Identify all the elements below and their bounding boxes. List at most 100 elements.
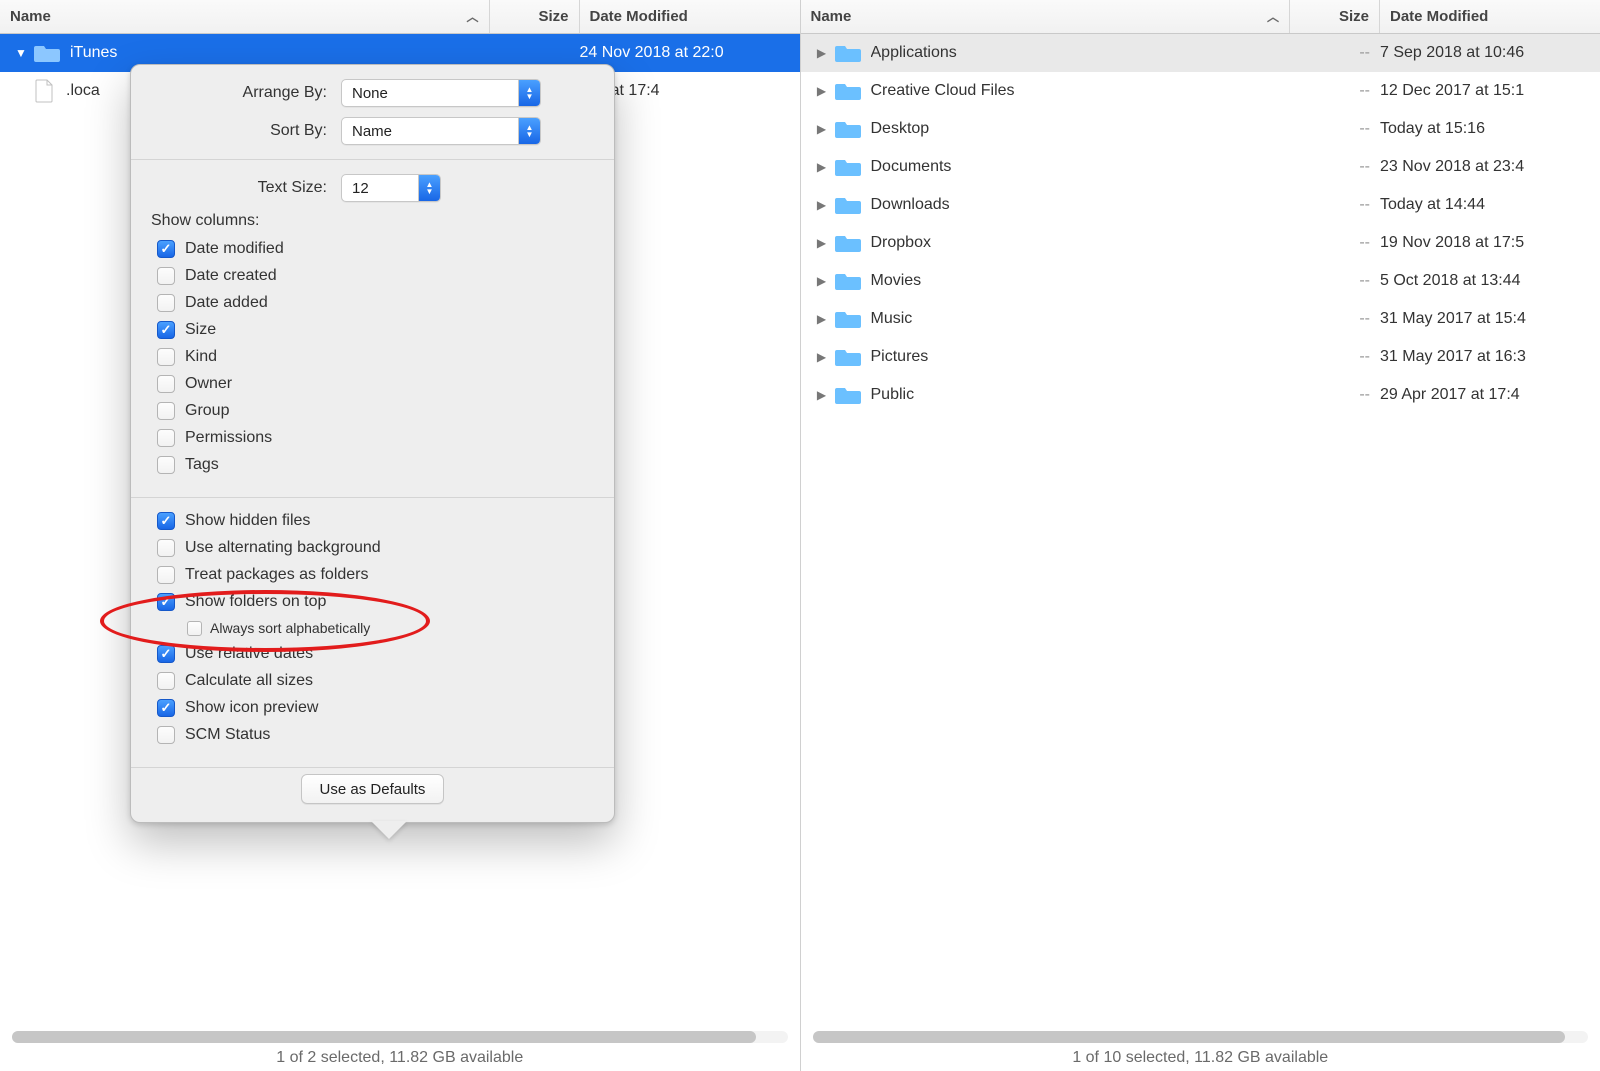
left-scroll-thumb[interactable] bbox=[12, 1031, 756, 1043]
checkbox[interactable] bbox=[157, 240, 175, 258]
disclosure-triangle-icon[interactable]: ▶ bbox=[815, 160, 829, 174]
col-header-size[interactable]: Size bbox=[490, 0, 580, 33]
arrange-by-label: Arrange By: bbox=[151, 84, 341, 102]
checkbox-row[interactable]: Show hidden files bbox=[151, 512, 594, 530]
checkbox[interactable] bbox=[157, 699, 175, 717]
disclosure-triangle-icon[interactable]: ▶ bbox=[815, 84, 829, 98]
checkbox-row[interactable]: Date modified bbox=[151, 240, 594, 258]
sort-caret-icon: ︿ bbox=[1267, 8, 1279, 25]
folder-icon bbox=[34, 43, 60, 63]
col-header-date[interactable]: Date Modified bbox=[1380, 0, 1600, 33]
list-item[interactable]: ▶ Public--29 Apr 2017 at 17:4 bbox=[801, 376, 1600, 414]
item-date: 24 Nov 2018 at 22:0 bbox=[580, 44, 800, 62]
col-header-name[interactable]: Name ︿ bbox=[801, 0, 1291, 33]
disclosure-triangle-icon[interactable]: ▶ bbox=[815, 122, 829, 136]
list-item[interactable]: ▶ Downloads--Today at 14:44 bbox=[801, 186, 1600, 224]
folder-icon bbox=[835, 43, 861, 63]
item-date: Today at 14:44 bbox=[1380, 196, 1600, 214]
checkbox[interactable] bbox=[157, 539, 175, 557]
col-header-name[interactable]: Name ︿ bbox=[0, 0, 490, 33]
checkbox-label: Calculate all sizes bbox=[185, 672, 313, 690]
disclosure-triangle-icon[interactable]: ▶ bbox=[815, 46, 829, 60]
checkbox[interactable] bbox=[157, 348, 175, 366]
col-header-date-label: Date Modified bbox=[590, 8, 688, 25]
checkbox[interactable] bbox=[157, 429, 175, 447]
checkbox-label: Date created bbox=[185, 267, 277, 285]
checkbox-label: Size bbox=[185, 321, 216, 339]
checkbox[interactable] bbox=[157, 375, 175, 393]
item-date: Today at 15:16 bbox=[1380, 120, 1600, 138]
checkbox[interactable] bbox=[157, 321, 175, 339]
checkbox[interactable] bbox=[157, 566, 175, 584]
folder-icon bbox=[835, 195, 861, 215]
right-scrollbar[interactable] bbox=[813, 1031, 1589, 1043]
disclosure-triangle-icon[interactable]: ▶ bbox=[815, 236, 829, 250]
checkbox[interactable] bbox=[187, 621, 202, 636]
list-item[interactable]: ▶ Dropbox--19 Nov 2018 at 17:5 bbox=[801, 224, 1600, 262]
checkbox-label: Show folders on top bbox=[185, 593, 326, 611]
checkbox-label: Group bbox=[185, 402, 229, 420]
checkbox[interactable] bbox=[157, 267, 175, 285]
disclosure-triangle-icon[interactable]: ▶ bbox=[815, 350, 829, 364]
checkbox-row[interactable]: Use relative dates bbox=[151, 645, 594, 663]
col-header-date[interactable]: Date Modified bbox=[580, 0, 800, 33]
left-scrollbar[interactable] bbox=[12, 1031, 788, 1043]
right-scroll-thumb[interactable] bbox=[813, 1031, 1565, 1043]
arrange-by-select[interactable]: None ▲▼ bbox=[341, 79, 541, 107]
checkbox[interactable] bbox=[157, 672, 175, 690]
item-date: 19 Nov 2018 at 17:5 bbox=[1380, 234, 1600, 252]
disclosure-triangle-icon[interactable]: ▶ bbox=[815, 198, 829, 212]
use-as-defaults-button[interactable]: Use as Defaults bbox=[301, 774, 445, 804]
disclosure-triangle-icon[interactable]: ▶ bbox=[815, 388, 829, 402]
item-name: Documents bbox=[871, 158, 1291, 176]
checkbox-row[interactable]: Owner bbox=[151, 375, 594, 393]
checkbox[interactable] bbox=[157, 645, 175, 663]
right-pane: Name ︿ Size Date Modified ▶ Applications… bbox=[801, 0, 1600, 1071]
view-options-popover: Arrange By: None ▲▼ Sort By: Name ▲▼ Tex… bbox=[130, 64, 615, 823]
checkbox-row[interactable]: Calculate all sizes bbox=[151, 672, 594, 690]
checkbox-row[interactable]: Group bbox=[151, 402, 594, 420]
checkbox[interactable] bbox=[157, 294, 175, 312]
item-date: 5 Oct 2018 at 13:44 bbox=[1380, 272, 1600, 290]
checkbox-row[interactable]: Kind bbox=[151, 348, 594, 366]
list-item[interactable]: ▶ Desktop--Today at 15:16 bbox=[801, 110, 1600, 148]
disclosure-triangle-icon[interactable]: ▶ bbox=[815, 274, 829, 288]
checkbox-row[interactable]: Always sort alphabetically bbox=[151, 620, 594, 636]
checkbox-row[interactable]: Permissions bbox=[151, 429, 594, 447]
disclosure-triangle-icon[interactable]: ▼ bbox=[14, 46, 28, 60]
checkbox-row[interactable]: Show folders on top bbox=[151, 593, 594, 611]
checkbox-row[interactable]: SCM Status bbox=[151, 726, 594, 744]
checkbox[interactable] bbox=[157, 726, 175, 744]
item-name: iTunes bbox=[70, 44, 490, 62]
text-size-select[interactable]: 12 ▲▼ bbox=[341, 174, 441, 202]
sort-by-select[interactable]: Name ▲▼ bbox=[341, 117, 541, 145]
checkbox-row[interactable]: Date created bbox=[151, 267, 594, 285]
checkbox-row[interactable]: Date added bbox=[151, 294, 594, 312]
checkbox[interactable] bbox=[157, 456, 175, 474]
item-date: 23 Nov 2018 at 23:4 bbox=[1380, 158, 1600, 176]
col-header-date-label: Date Modified bbox=[1390, 8, 1488, 25]
list-item[interactable]: ▶ Documents--23 Nov 2018 at 23:4 bbox=[801, 148, 1600, 186]
list-item[interactable]: ▶ Movies--5 Oct 2018 at 13:44 bbox=[801, 262, 1600, 300]
list-item[interactable]: ▶ Applications--7 Sep 2018 at 10:46 bbox=[801, 34, 1600, 72]
list-item[interactable]: ▶ Creative Cloud Files--12 Dec 2017 at 1… bbox=[801, 72, 1600, 110]
col-header-size[interactable]: Size bbox=[1290, 0, 1380, 33]
right-status-text: 1 of 10 selected, 11.82 GB available bbox=[1072, 1049, 1328, 1067]
checkbox[interactable] bbox=[157, 402, 175, 420]
checkbox-row[interactable]: Show icon preview bbox=[151, 699, 594, 717]
right-file-list[interactable]: ▶ Applications--7 Sep 2018 at 10:46▶ Cre… bbox=[801, 34, 1600, 1011]
list-item[interactable]: ▶ Music--31 May 2017 at 15:4 bbox=[801, 300, 1600, 338]
disclosure-triangle-icon[interactable]: ▶ bbox=[815, 312, 829, 326]
folder-icon bbox=[835, 233, 861, 253]
checkbox[interactable] bbox=[157, 512, 175, 530]
folder-icon bbox=[835, 347, 861, 367]
checkbox-row[interactable]: Treat packages as folders bbox=[151, 566, 594, 584]
checkbox[interactable] bbox=[157, 593, 175, 611]
left-column-header: Name ︿ Size Date Modified bbox=[0, 0, 800, 34]
checkbox-row[interactable]: Use alternating background bbox=[151, 539, 594, 557]
checkbox-row[interactable]: Tags bbox=[151, 456, 594, 474]
checkbox-row[interactable]: Size bbox=[151, 321, 594, 339]
arrange-by-value: None bbox=[352, 85, 388, 102]
item-size: -- bbox=[1290, 196, 1380, 214]
list-item[interactable]: ▶ Pictures--31 May 2017 at 16:3 bbox=[801, 338, 1600, 376]
